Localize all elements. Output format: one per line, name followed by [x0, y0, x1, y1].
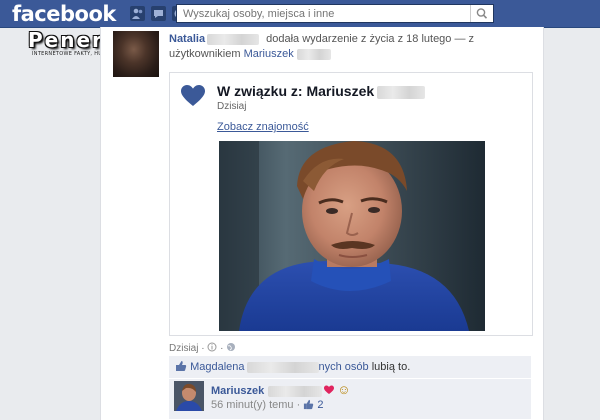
comment-body: Mariuszek ☺ [211, 382, 351, 397]
tagged-user-link[interactable]: Mariuszek [244, 48, 294, 60]
comment-meta: 56 minut(y) temu · 2 [211, 399, 324, 411]
redacted-comment-text [268, 385, 323, 397]
likes-summary: Magdalena nych osób lubią to. [169, 356, 531, 378]
heart-emoticon-icon [324, 385, 335, 394]
see-friendship-link[interactable]: Zobacz znajomość [217, 121, 309, 133]
story-meta: Dzisiaj · · [169, 342, 236, 354]
relationship-title: W związku z: Mariuszek [217, 83, 426, 99]
news-feed-story: Natalia dodała wydarzenie z życia z 18 l… [100, 27, 544, 420]
author-avatar[interactable] [113, 31, 159, 77]
search-button[interactable] [470, 5, 493, 22]
top-bar: facebook [0, 0, 600, 28]
event-photo[interactable] [219, 141, 485, 331]
redacted-names [246, 361, 319, 373]
separator: · [296, 399, 304, 411]
comment-like-icon[interactable] [303, 399, 314, 410]
smile-emoji: ☺ [337, 382, 351, 397]
other-likers-link[interactable]: nych osób [319, 361, 369, 373]
author-name-link[interactable]: Natalia [169, 33, 205, 45]
comment-author-link[interactable]: Mariuszek [211, 385, 264, 397]
comment-time: 56 minut(y) temu [211, 399, 294, 411]
heart-icon [181, 85, 205, 106]
public-globe-icon[interactable] [226, 342, 236, 352]
timestamp-link[interactable]: Dzisiaj [169, 343, 198, 354]
messages-icon[interactable] [151, 6, 166, 21]
search-icon [476, 8, 488, 19]
liker-name-link[interactable]: Magdalena [190, 361, 244, 373]
commenter-avatar[interactable] [174, 381, 204, 411]
commenter-photo [174, 381, 204, 411]
event-date: Dzisiaj [217, 101, 247, 112]
redacted-surname [207, 33, 260, 45]
life-event-card: W związku z: Mariuszek Dzisiaj Zobacz zn… [169, 72, 533, 336]
redacted-surname [296, 48, 331, 60]
thumbs-up-icon [176, 361, 187, 371]
friend-requests-icon[interactable] [130, 6, 145, 21]
story-header: Natalia dodała wydarzenie z życia z 18 l… [169, 32, 529, 62]
redacted-surname [377, 85, 426, 99]
facebook-logo[interactable]: facebook [12, 2, 116, 26]
info-icon[interactable] [207, 342, 217, 352]
search-input[interactable] [177, 5, 479, 22]
search-box [176, 4, 494, 23]
comment: Mariuszek ☺ 56 minut(y) temu · 2 [169, 379, 531, 419]
likes-suffix: lubią to. [371, 361, 411, 373]
comment-like-count[interactable]: 2 [317, 399, 323, 411]
man-portrait-image [219, 141, 485, 331]
